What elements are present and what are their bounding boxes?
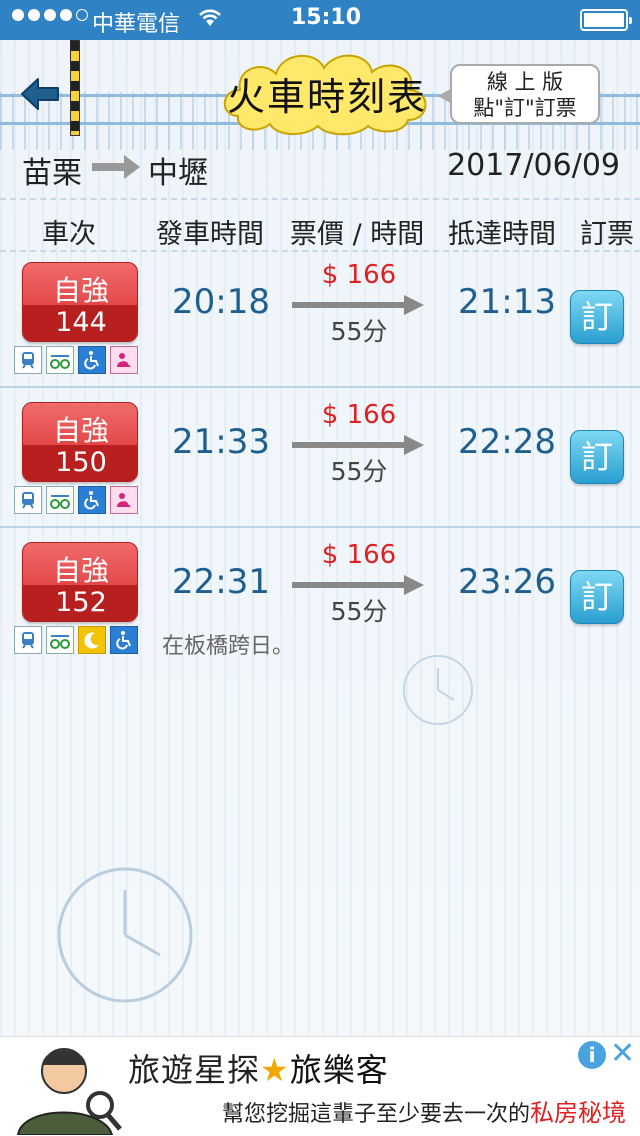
online-booking-line2: 點"訂"訂票 [473,96,577,120]
back-button[interactable] [18,72,62,116]
divider [0,386,640,388]
book-button[interactable]: 訂 [570,430,624,484]
clock-sketch-icon [57,867,193,1003]
travel-date: 2017/06/09 [447,148,620,183]
star-icon: ★ [260,1051,290,1089]
travel-duration: 55分 [330,597,388,626]
train-type: 自強 [52,554,109,587]
train-number: 152 [55,587,107,618]
route-arrow-icon [92,155,140,179]
wheelchair-icon [78,346,106,374]
departure-time: 20:18 [172,282,270,322]
nursing-room-icon [110,486,138,514]
ad-brand: 旅樂客 [289,1051,389,1089]
train-badge: 自強 150 [22,402,138,482]
ad-tagline-highlight: 私房秘境 [530,1099,627,1127]
service-icons [14,626,138,654]
status-time: 15:10 [291,5,362,30]
status-bar: 中華電信 15:10 [0,0,640,40]
railway-crossing-pole [70,40,80,136]
wifi-icon [197,6,223,34]
ad-banner[interactable]: 旅遊星探★旅樂客 幫您挖掘這輩子至少要去一次的私房秘境 i ✕ [0,1036,640,1136]
column-header-fare-duration: 票價 / 時間 [290,219,425,250]
train-number: 144 [55,307,107,338]
ad-info-icon[interactable]: i [578,1041,606,1069]
clock-sketch-icon [403,655,473,725]
arrival-time: 23:26 [458,562,556,602]
train-icon [14,626,42,654]
train-row[interactable]: 自強 152 在板橋跨日。 22:31 $ 166 55分 23:26 訂 [0,540,640,674]
train-type: 自強 [52,274,109,307]
bicycle-icon [46,346,74,374]
fare: $ 166 [321,260,397,290]
train-note: 在板橋跨日。 [162,634,295,659]
train-row[interactable]: 自強 150 21:33 $ 166 55分 22:28 訂 [0,400,640,534]
battery-icon [580,9,632,31]
column-header-departure: 發車時間 [156,219,264,250]
destination-station: 中壢 [148,156,208,191]
explorer-mascot-icon [16,1048,122,1135]
bicycle-icon [46,486,74,514]
train-row[interactable]: 自強 144 20:18 $ 166 55分 21:13 訂 [0,260,640,394]
column-header-booking: 訂票 [580,219,634,250]
divider [0,250,640,252]
ad-tagline: 幫您挖掘這輩子至少要去一次的私房秘境 [222,1093,626,1128]
fare: $ 166 [321,400,397,430]
route-summary: 苗栗 中壢 2017/06/09 [0,136,640,196]
travel-duration: 55分 [330,317,388,346]
signal-strength-icon [12,9,88,21]
column-header-train: 車次 [42,219,96,250]
overnight-moon-icon [78,626,106,654]
train-icon [14,346,42,374]
column-header-arrival: 抵達時間 [448,219,556,250]
online-booking-line1: 線 上 版 [486,70,564,94]
bicycle-icon [46,626,74,654]
travel-duration: 55分 [330,457,388,486]
divider [0,198,640,200]
book-button[interactable]: 訂 [570,570,624,624]
train-number: 150 [55,447,107,478]
ad-tagline-a: 幫您挖掘這輩子至少要去一次的 [222,1102,531,1127]
departure-time: 21:33 [172,422,270,462]
online-booking-button[interactable]: 線 上 版 點"訂"訂票 [438,64,600,124]
divider [0,526,640,528]
app-header: 火車時刻表 線 上 版 點"訂"訂票 [0,40,640,150]
ad-close-icon[interactable]: ✕ [610,1039,635,1069]
fare: $ 166 [321,540,397,570]
departure-time: 22:31 [172,562,270,602]
service-icons [14,486,138,514]
book-button[interactable]: 訂 [570,290,624,344]
service-icons [14,346,138,374]
carrier-name: 中華電信 [92,12,181,37]
arrival-time: 22:28 [458,422,556,462]
back-arrow-icon [21,78,59,110]
wheelchair-icon [110,626,138,654]
train-type: 自強 [52,414,109,447]
train-icon [14,486,42,514]
table-header: 車次 發車時間 票價 / 時間 抵達時間 訂票 [0,208,640,252]
ad-headline: 旅遊星探★旅樂客 [128,1045,389,1091]
origin-station: 苗栗 [22,156,82,191]
train-badge: 自強 144 [22,262,138,342]
nursing-room-icon [110,346,138,374]
arrival-time: 21:13 [458,282,556,322]
ad-headline-a: 旅遊星探 [128,1051,261,1089]
page-title: 火車時刻表 [226,75,427,119]
wheelchair-icon [78,486,106,514]
train-badge: 自強 152 [22,542,138,622]
